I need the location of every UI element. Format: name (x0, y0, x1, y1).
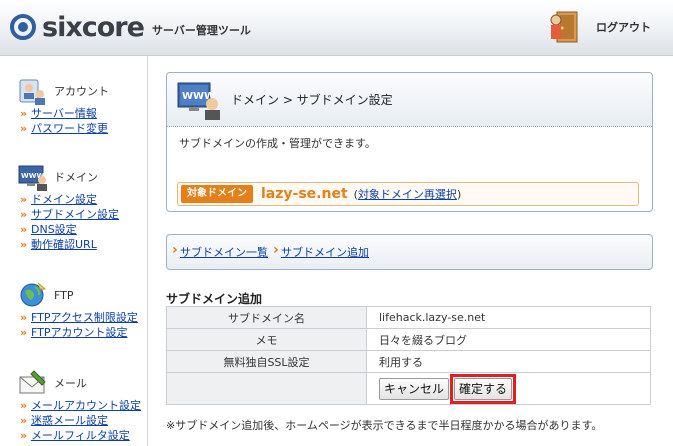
logout-door-icon (548, 10, 582, 44)
logout-label: ログアウト (596, 21, 651, 34)
domain-info-panel: WWW ドメイン > サブドメイン設定 サブドメインの作成・管理ができます。 対… (166, 72, 653, 212)
sidebar-link-subdomain-settings[interactable]: サブドメイン設定 (18, 207, 119, 222)
logo-text: sixcore (42, 11, 145, 43)
sidebar-link-mail-filter[interactable]: メールフィルタ設定 (18, 428, 141, 443)
sidebar-link-test-url[interactable]: 動作確認URL (18, 237, 119, 252)
table-row: 無料独自SSL設定 利用する (166, 350, 651, 373)
paren-close: ) (456, 188, 462, 201)
confirm-button[interactable]: 確定する (454, 377, 513, 400)
sidebar-group-title: ドメイン (54, 171, 98, 184)
section-title: サブドメイン追加 (166, 292, 263, 306)
mail-icon (18, 368, 48, 398)
sidebar-link-dns-settings[interactable]: DNS設定 (18, 222, 119, 237)
account-icon (18, 76, 48, 106)
sidebar-link-domain-settings[interactable]: ドメイン設定 (18, 192, 119, 207)
logo-subtitle: サーバー管理ツール (151, 24, 251, 37)
domain-reselect-wrapper: (対象ドメイン再選択) (354, 186, 462, 202)
sidebar-link-mail-account[interactable]: メールアカウント設定 (18, 398, 141, 413)
header-bar: sixcore サーバー管理ツール ログアウト (0, 0, 673, 56)
sidebar-group-ftp: FTP FTPアクセス制限設定 FTPアカウント設定 (18, 280, 138, 340)
row-label: メモ (166, 328, 367, 351)
page-description: サブドメインの作成・管理ができます。 (179, 137, 376, 150)
footnote: ※サブドメイン追加後、ホームページが表示できるまで半日程度かかる場合があります。 (166, 419, 603, 432)
sidebar-link-server-info[interactable]: サーバー情報 (18, 106, 109, 121)
target-domain-bar: 対象ドメイン lazy-se.net (対象ドメイン再選択) (177, 182, 639, 206)
subdomain-form-table: サブドメイン名 lifehack.lazy-se.net メモ 日々を綴るブログ… (166, 306, 651, 405)
logo-mark-icon (10, 14, 36, 40)
breadcrumb-subdomain-list[interactable]: サブドメイン一覧 (171, 242, 268, 260)
sidebar-group-account: アカウント サーバー情報 パスワード変更 (18, 76, 109, 136)
table-row: サブドメイン名 lifehack.lazy-se.net (166, 306, 651, 329)
logout-button[interactable]: ログアウト (548, 10, 651, 44)
domain-www-icon: WWW (18, 162, 48, 192)
sidebar-group-title: FTP (54, 288, 74, 302)
sidebar-link-password[interactable]: パスワード変更 (18, 121, 109, 136)
breadcrumb-subdomain-add[interactable]: サブドメイン追加 (272, 242, 369, 260)
ftp-globe-icon (18, 280, 48, 310)
sidebar-group-mail: メール メールアカウント設定 迷惑メール設定 メールフィルタ設定 (18, 368, 141, 443)
row-value: 利用する (366, 350, 651, 373)
sidebar-group-title: アカウント (54, 85, 109, 98)
panel-header: WWW ドメイン > サブドメイン設定 (167, 73, 652, 127)
sidebar-group-domain: WWW ドメイン ドメイン設定 サブドメイン設定 DNS設定 動作確認URL (18, 162, 119, 252)
table-row: メモ 日々を綴るブログ (166, 328, 651, 351)
domain-www-icon: WWW (177, 80, 223, 120)
breadcrumb: サブドメイン一覧 サブドメイン追加 (166, 234, 653, 270)
sidebar-link-spam-settings[interactable]: 迷惑メール設定 (18, 413, 141, 428)
row-value: 日々を綴るブログ (366, 328, 651, 351)
page-title: ドメイン > サブドメイン設定 (231, 93, 393, 107)
row-label: サブドメイン名 (166, 306, 367, 329)
target-domain-badge: 対象ドメイン (181, 185, 253, 203)
domain-reselect-link[interactable]: 対象ドメイン再選択 (358, 188, 457, 201)
row-label: 無料独自SSL設定 (166, 350, 367, 373)
sidebar-link-ftp-account[interactable]: FTPアカウント設定 (18, 325, 138, 340)
table-row-actions: キャンセル 確定する (166, 372, 651, 405)
actions-cell: キャンセル 確定する (366, 372, 651, 405)
sidebar-group-title: メール (54, 377, 87, 390)
confirm-highlight: 確定する (450, 373, 517, 404)
logo[interactable]: sixcore サーバー管理ツール (10, 11, 251, 43)
sidebar: アカウント サーバー情報 パスワード変更 WWW ドメイン ドメイン設定 サブド… (0, 56, 148, 446)
row-value: lifehack.lazy-se.net (366, 306, 651, 329)
sidebar-link-ftp-access[interactable]: FTPアクセス制限設定 (18, 310, 138, 325)
empty-label-cell (166, 372, 367, 405)
target-domain-name: lazy-se.net (261, 186, 348, 202)
cancel-button[interactable]: キャンセル (379, 377, 450, 400)
